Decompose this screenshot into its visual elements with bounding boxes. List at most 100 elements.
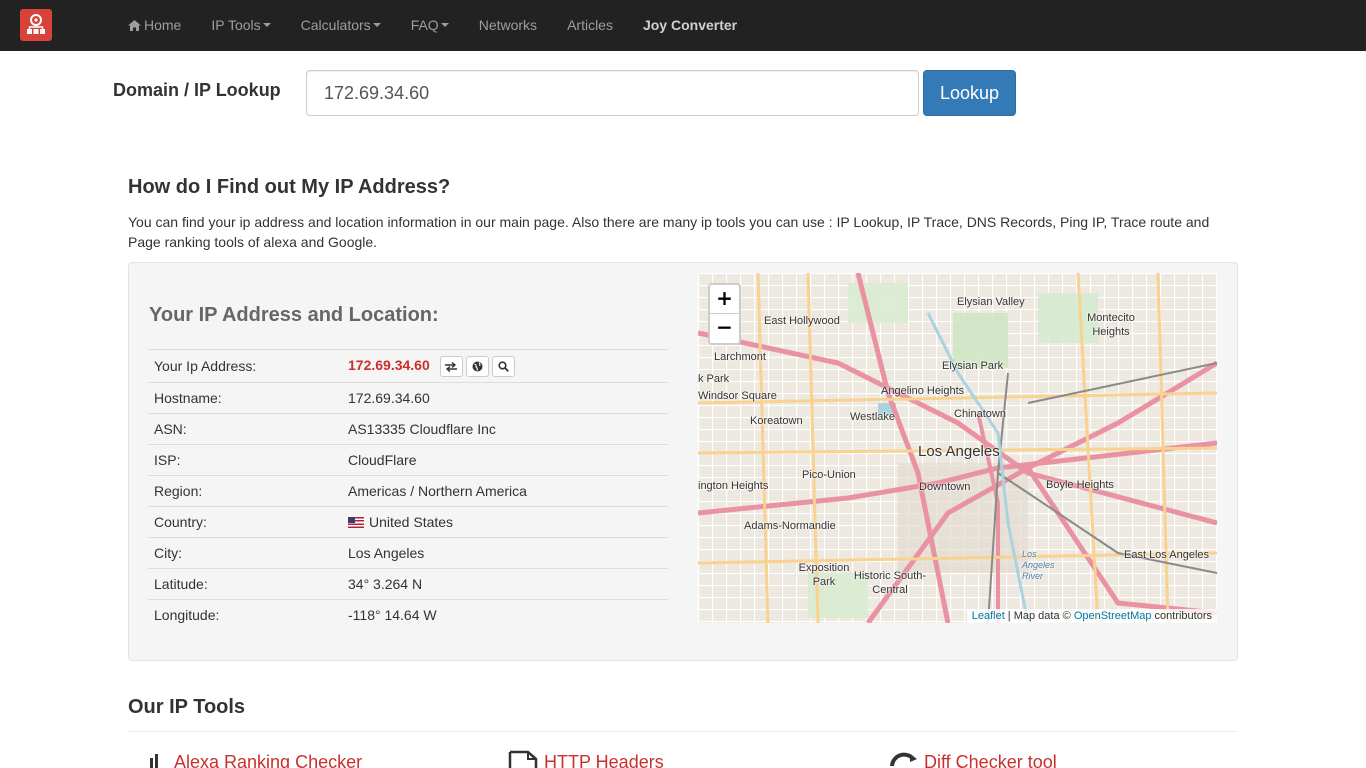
table-row: Latitude: 34° 3.264 N <box>148 568 668 600</box>
row-value: 172.69.34.60 <box>342 349 668 383</box>
globe-icon <box>472 361 483 372</box>
table-row: Country: United States <box>148 506 668 538</box>
table-row: Region: Americas / Northern America <box>148 475 668 507</box>
map-label-river: Los Angeles River <box>1022 549 1055 581</box>
nav-articles[interactable]: Articles <box>552 0 628 51</box>
location-title: Your IP Address and Location: <box>149 304 439 326</box>
row-key: Hostname: <box>148 382 342 414</box>
nav-home[interactable]: Home <box>113 0 196 51</box>
zoom-in-button[interactable]: + <box>710 285 739 314</box>
ip-info-table: Your Ip Address: 172.69.34.60 Hostname: 1… <box>148 349 668 631</box>
map-label: Montecito Heights <box>1087 312 1135 338</box>
caret-down-icon <box>440 23 449 28</box>
tool-link-http-headers[interactable]: HTTP Headers <box>508 750 664 768</box>
map-label: Elysian Park <box>942 360 1004 372</box>
tool-link-label: HTTP Headers <box>544 752 664 768</box>
lookup-label: Domain / IP Lookup <box>113 80 281 100</box>
table-row: Longitude: -118° 14.64 W <box>148 599 668 631</box>
row-value: 34° 3.264 N <box>342 568 668 600</box>
openstreetmap-link[interactable]: OpenStreetMap <box>1074 610 1152 622</box>
attribution-text: | Map data © <box>1004 610 1074 622</box>
nav-networks-label: Networks <box>478 17 538 33</box>
map-label: Downtown <box>919 481 971 493</box>
tool-link-label: Diff Checker tool <box>924 752 1057 768</box>
table-row: City: Los Angeles <box>148 537 668 569</box>
globe-button[interactable] <box>465 355 489 377</box>
swap-button[interactable] <box>439 355 463 377</box>
row-value: AS13335 Cloudflare Inc <box>342 413 668 445</box>
tool-link-diff-checker[interactable]: Diff Checker tool <box>888 750 1057 768</box>
row-value: Los Angeles <box>342 537 668 569</box>
row-value: CloudFlare <box>342 444 668 476</box>
row-value: United States <box>342 506 668 538</box>
row-key: Latitude: <box>148 568 342 600</box>
tool-link-label: Alexa Ranking Checker <box>174 752 363 768</box>
nav-calculators-label: Calculators <box>300 17 371 33</box>
file-icon <box>508 750 538 768</box>
table-row: Your Ip Address: 172.69.34.60 <box>148 349 668 383</box>
navbar: Home IP Tools Calculators FAQ Networks A… <box>0 0 1366 51</box>
table-row: Hostname: 172.69.34.60 <box>148 382 668 414</box>
table-row: ASN: AS13335 Cloudflare Inc <box>148 413 668 445</box>
nav-faq-label: FAQ <box>410 17 439 33</box>
row-key: Region: <box>148 475 342 507</box>
country-value: United States <box>369 514 454 530</box>
map-label: Boyle Heights <box>1046 479 1114 491</box>
map-label: Larchmont <box>714 351 766 363</box>
zoom-out-button[interactable]: − <box>710 314 739 343</box>
tool-link-alexa[interactable]: Alexa Ranking Checker <box>148 750 362 768</box>
caret-down-icon <box>372 23 381 28</box>
divider <box>128 731 1238 732</box>
tools-title: Our IP Tools <box>128 696 246 718</box>
table-row: ISP: CloudFlare <box>148 444 668 476</box>
leaflet-link[interactable]: Leaflet <box>972 610 1005 622</box>
map-attribution: Leaflet | Map data © OpenStreetMap contr… <box>966 609 1217 623</box>
map-label: Los Angeles <box>918 443 1000 460</box>
intro-text: You can find your ip address and locatio… <box>128 214 1210 250</box>
nav-networks[interactable]: Networks <box>464 0 552 51</box>
row-key: Longitude: <box>148 599 342 631</box>
nav-articles-label: Articles <box>567 17 613 33</box>
map-label: Exposition Park <box>798 562 850 588</box>
map-label: Windsor Square <box>698 390 777 402</box>
home-icon <box>128 20 141 31</box>
row-key: Country: <box>148 506 342 538</box>
map-label: Adams-Normandie <box>744 520 836 532</box>
network-pin-icon <box>27 14 45 34</box>
nav-calculators[interactable]: Calculators <box>286 0 396 51</box>
map-label: Westlake <box>850 411 896 423</box>
row-key: ASN: <box>148 413 342 445</box>
map-label: East Los Angeles <box>1124 549 1210 561</box>
row-value: Americas / Northern America <box>342 475 668 507</box>
row-key: Your Ip Address: <box>148 349 342 383</box>
row-value: 172.69.34.60 <box>342 382 668 414</box>
main-nav: Home IP Tools Calculators FAQ Networks A… <box>113 0 752 51</box>
exchange-icon <box>445 361 458 372</box>
lookup-button[interactable]: Lookup <box>923 70 1016 116</box>
nav-ip-tools[interactable]: IP Tools <box>196 0 285 51</box>
map-label: Koreatown <box>750 415 803 427</box>
nav-joy-converter-label: Joy Converter <box>642 17 738 33</box>
row-value: -118° 14.64 W <box>342 599 668 631</box>
refresh-icon <box>890 752 917 767</box>
nav-joy-converter[interactable]: Joy Converter <box>628 0 752 51</box>
brand-logo[interactable] <box>20 9 52 41</box>
search-button[interactable] <box>491 355 515 377</box>
attribution-text: contributors <box>1151 610 1212 622</box>
section-title-find-ip: How do I Find out My IP Address? <box>128 176 451 198</box>
map-label: k Park <box>698 373 730 385</box>
map-label: Pico-Union <box>802 469 856 481</box>
map-label: East Hollywood <box>764 315 840 327</box>
chart-icon <box>150 754 158 768</box>
search-icon <box>498 361 509 373</box>
map-label: ington Heights <box>698 480 769 492</box>
map-label: Chinatown <box>954 408 1006 420</box>
map-zoom-control: + − <box>708 283 741 345</box>
lookup-input[interactable] <box>306 70 919 116</box>
nav-ip-tools-label: IP Tools <box>211 17 261 33</box>
location-map[interactable]: Elysian Valley Montecito Heights East Ho… <box>698 273 1217 623</box>
row-key: City: <box>148 537 342 569</box>
nav-faq[interactable]: FAQ <box>396 0 464 51</box>
map-label: Historic South-Central <box>853 570 927 596</box>
caret-down-icon <box>262 23 271 28</box>
